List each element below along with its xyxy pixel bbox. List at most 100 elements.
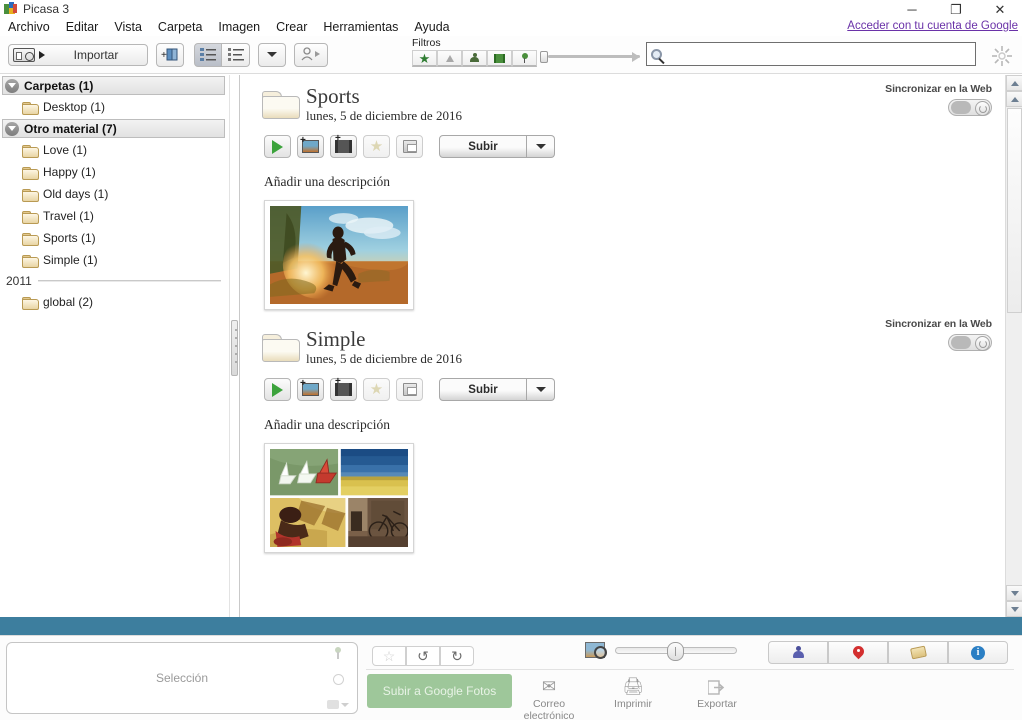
maximize-button[interactable]: ❐ <box>934 0 978 18</box>
people-view-button[interactable] <box>768 641 828 664</box>
filter-geotagged-button[interactable] <box>512 50 537 67</box>
zoom-slider-knob[interactable] <box>667 641 684 661</box>
export-action[interactable]: Exportar <box>688 676 746 722</box>
sun-burst-icon[interactable] <box>990 44 1014 68</box>
tags-view-button[interactable] <box>888 641 948 664</box>
star-photo-button[interactable]: ☆ <box>372 646 406 666</box>
sidebar-item-global[interactable]: global (2) <box>0 291 229 313</box>
upload-dropdown-button[interactable] <box>527 135 555 159</box>
content-scrollbar[interactable] <box>1005 75 1022 617</box>
rotate-left-icon: ↺ <box>417 648 429 664</box>
minimize-button[interactable]: ─ <box>890 0 934 18</box>
sidebar-item-travel[interactable]: Travel (1) <box>0 205 229 227</box>
close-button[interactable]: ✕ <box>978 0 1022 18</box>
save-album-button[interactable] <box>396 378 423 402</box>
add-movie-button[interactable] <box>330 376 357 402</box>
year-label: 2011 <box>6 274 32 288</box>
sidebar-group-otro-material-label: Otro material (7) <box>24 121 117 136</box>
rotate-left-button[interactable]: ↺ <box>406 646 440 666</box>
view-mode-list-button[interactable] <box>222 42 250 67</box>
clear-selection-icon[interactable] <box>332 674 344 685</box>
search-box[interactable] <box>646 42 976 66</box>
selection-tray-label: Selección <box>155 671 209 685</box>
sidebar-group-carpetas[interactable]: Carpetas (1) <box>2 76 225 95</box>
sync-toggle[interactable] <box>948 99 992 116</box>
sidebar-item-love[interactable]: Love (1) <box>0 139 229 161</box>
rotate-right-button[interactable]: ↻ <box>440 646 474 666</box>
star-album-button[interactable]: ★ <box>363 378 390 402</box>
menu-carpeta[interactable]: Carpeta <box>150 18 210 36</box>
filter-starred-button[interactable]: ★ <box>412 50 437 67</box>
info-view-button[interactable]: i <box>948 641 1008 664</box>
runner-at-sunset-photo <box>270 206 408 305</box>
view-options-dropdown-button[interactable] <box>258 42 286 67</box>
scroll-up-button[interactable] <box>1006 75 1022 91</box>
menu-editar[interactable]: Editar <box>58 18 107 36</box>
add-photo-collage-button[interactable] <box>297 135 324 159</box>
scrollbar-thumb[interactable] <box>1007 108 1022 313</box>
zoom-slider[interactable] <box>615 641 737 661</box>
star-icon: ★ <box>369 138 384 156</box>
menu-herramientas[interactable]: Herramientas <box>315 18 406 36</box>
sidebar-item-desktop[interactable]: Desktop (1) <box>0 96 229 118</box>
upload-button[interactable]: Subir <box>439 378 527 402</box>
collapse-toggle-icon[interactable] <box>5 78 19 93</box>
menu-ayuda[interactable]: Ayuda <box>406 18 457 36</box>
email-action[interactable]: ✉ Correo electrónico <box>520 676 578 722</box>
sidebar-item-happy[interactable]: Happy (1) <box>0 161 229 183</box>
sidebar-splitter[interactable] <box>230 75 240 617</box>
toggle-knob[interactable] <box>975 101 990 116</box>
upload-button[interactable]: Subir <box>439 135 527 159</box>
search-input[interactable] <box>662 47 975 61</box>
google-account-link[interactable]: Acceder con tu cuenta de Google <box>847 20 1018 32</box>
tray-options-icon[interactable] <box>327 700 349 709</box>
upload-to-google-photos-button[interactable]: Subir a Google Fotos <box>367 674 512 708</box>
slideshow-button[interactable] <box>264 378 291 402</box>
star-album-button[interactable]: ★ <box>363 135 390 159</box>
filter-uploaded-button[interactable] <box>437 50 462 67</box>
sidebar-item-simple[interactable]: Simple (1) <box>0 249 229 271</box>
places-view-button[interactable] <box>828 641 888 664</box>
date-range-slider[interactable] <box>540 50 640 63</box>
add-movie-button[interactable] <box>330 133 357 159</box>
photo-thumbnail[interactable] <box>264 200 414 311</box>
date-slider-tip <box>632 52 640 62</box>
album-description-placeholder[interactable]: Añadir una descripción <box>264 174 1022 190</box>
date-slider-knob[interactable] <box>540 51 548 63</box>
menu-imagen[interactable]: Imagen <box>210 18 268 36</box>
scroll-down-button[interactable] <box>1006 601 1022 617</box>
import-button[interactable]: Importar <box>8 43 148 66</box>
tray-icon-column <box>327 647 349 709</box>
filter-faces-button[interactable] <box>462 50 487 67</box>
photo-thumbnail[interactable] <box>264 443 414 554</box>
pin-selection-icon[interactable] <box>334 647 342 659</box>
selection-tray[interactable]: Selección <box>6 642 358 714</box>
print-action[interactable]: 🖨 Imprimir <box>604 676 662 722</box>
scroll-page-up-button[interactable] <box>1006 91 1022 107</box>
scroll-page-down-button[interactable] <box>1006 585 1022 601</box>
album-description-placeholder[interactable]: Añadir una descripción <box>264 417 1022 433</box>
toggle-knob[interactable] <box>975 336 990 352</box>
sidebar-group-otro-material[interactable]: Otro material (7) <box>2 119 225 138</box>
slideshow-button[interactable] <box>264 135 291 159</box>
menu-crear[interactable]: Crear <box>268 18 315 36</box>
sidebar-item-old-days[interactable]: Old days (1) <box>0 183 229 205</box>
upload-dropdown-button[interactable] <box>527 378 555 402</box>
collapse-toggle-icon[interactable] <box>5 121 19 136</box>
add-album-button[interactable]: + <box>156 42 184 67</box>
sync-toggle[interactable] <box>948 334 992 352</box>
menu-archivo[interactable]: Archivo <box>0 18 58 36</box>
filter-videos-button[interactable] <box>487 50 512 67</box>
caret-down-icon <box>1010 606 1019 612</box>
splitter-handle[interactable] <box>231 320 238 376</box>
floppy-disk-icon <box>402 140 417 154</box>
list-icon <box>227 48 244 61</box>
menu-vista[interactable]: Vista <box>106 18 150 36</box>
view-mode-thumbnails-button[interactable] <box>194 42 222 67</box>
search-icon <box>651 48 662 60</box>
add-photo-collage-button[interactable] <box>297 378 324 402</box>
caret-up-icon <box>1010 96 1019 102</box>
sidebar-item-sports[interactable]: Sports (1) <box>0 227 229 249</box>
save-album-button[interactable] <box>396 135 423 159</box>
tag-people-button[interactable] <box>294 42 328 67</box>
